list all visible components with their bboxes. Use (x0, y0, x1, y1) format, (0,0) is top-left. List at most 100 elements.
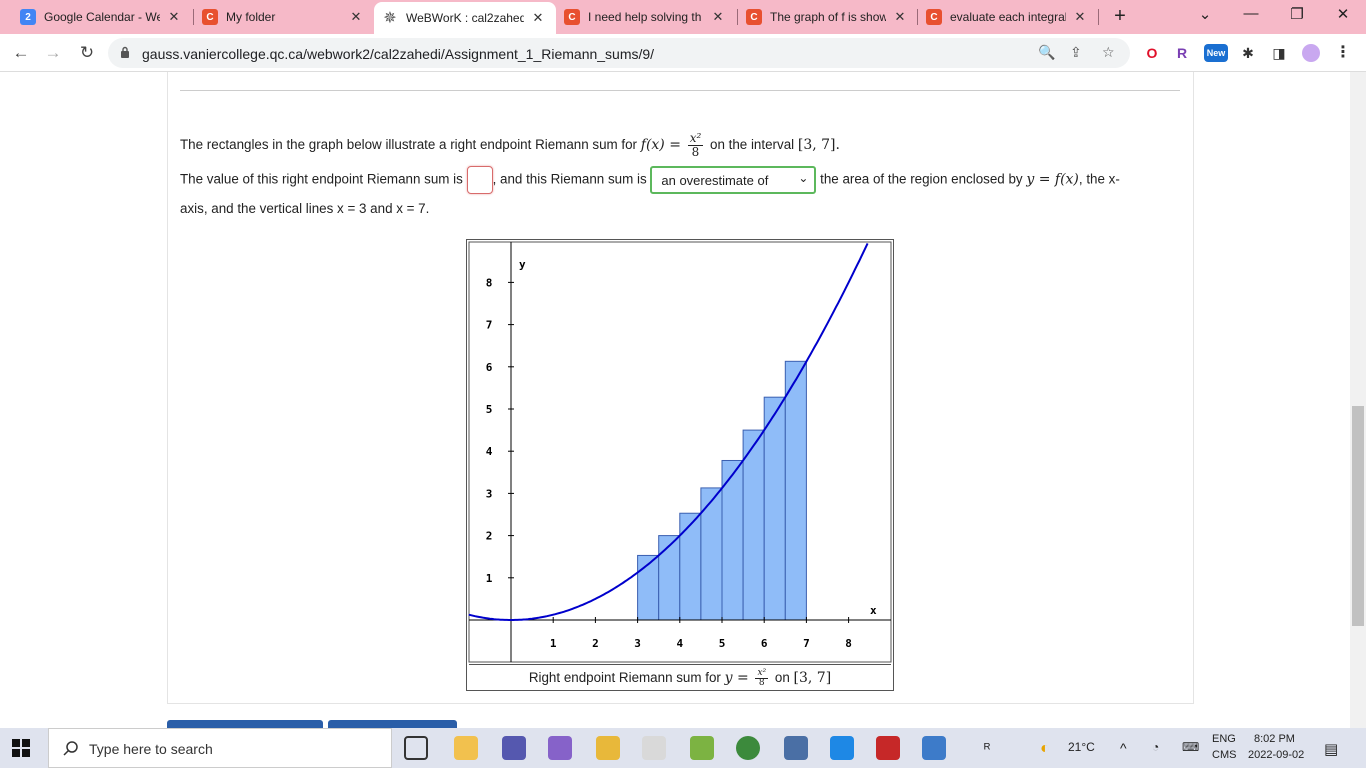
clock-date[interactable]: 2022-09-02 (1248, 749, 1304, 761)
app-icon[interactable] (784, 736, 808, 760)
minimize-icon[interactable]: — (1236, 5, 1266, 22)
tab-chegg-integral[interactable]: C evaluate each integral ✕ (918, 4, 1098, 30)
x-tick-label: 1 (550, 637, 557, 650)
lock-icon (121, 46, 129, 58)
address-bar[interactable]: gauss.vaniercollege.qc.ca/webwork2/cal2z… (108, 38, 1130, 68)
r-extension-icon[interactable]: R (1173, 44, 1191, 62)
y-tick-label: 1 (486, 572, 493, 585)
vscode-icon[interactable] (830, 736, 854, 760)
new-tab-button[interactable]: + (1108, 6, 1132, 28)
sidepanel-icon[interactable]: ◨ (1270, 44, 1288, 62)
plot-canvas: 1 2 3 4 5 6 7 8 1 2 3 4 5 6 7 8 x y (468, 241, 892, 663)
close-icon[interactable]: ✕ (892, 9, 908, 25)
menu-kebab-icon[interactable]: ⋮ (1334, 44, 1352, 62)
window-close-icon[interactable]: ✕ (1328, 5, 1358, 23)
scrollbar-thumb[interactable] (1352, 406, 1364, 626)
keyboard-icon[interactable]: ⌨ (1182, 740, 1199, 754)
problem-line-2: The value of this right endpoint Riemann… (180, 166, 1120, 194)
bookmark-star-icon[interactable]: ☆ (1102, 44, 1115, 61)
x-axis-label: x (870, 604, 877, 617)
x-tick-label: 8 (845, 637, 852, 650)
chrome-icon[interactable] (736, 736, 760, 760)
page-scrollbar[interactable] (1350, 72, 1366, 728)
riemann-rectangle (784, 360, 807, 621)
visual-studio-icon[interactable] (548, 736, 572, 760)
new-extension-icon[interactable]: New (1204, 44, 1228, 62)
y-tick-label: 5 (486, 403, 493, 416)
tab-google-calendar[interactable]: 2 Google Calendar - We ✕ (12, 4, 192, 30)
close-icon[interactable]: ✕ (348, 9, 364, 25)
input-method[interactable]: CMS (1212, 749, 1236, 761)
back-arrow-icon[interactable]: ← (10, 42, 32, 64)
function-fraction: x² 8 (687, 131, 704, 159)
y-tick-label: 4 (486, 445, 493, 458)
riemann-rectangle (700, 487, 723, 621)
riemann-sum-answer-input[interactable] (466, 166, 493, 194)
close-icon[interactable]: ✕ (1072, 9, 1088, 25)
puzzle-extensions-icon[interactable]: ✱ (1239, 44, 1257, 62)
chegg-icon: C (564, 9, 580, 25)
tab-webwork-active[interactable]: ✵ WeBWorK : cal2zahed ✕ (374, 2, 556, 34)
weather-moon-icon[interactable]: ◐ (1040, 740, 1050, 758)
notepad-icon[interactable] (690, 736, 714, 760)
y-tick-label: 6 (486, 361, 493, 374)
preview-answers-button[interactable] (328, 720, 457, 728)
reload-icon[interactable]: ↻ (76, 42, 98, 64)
submit-answers-button[interactable] (167, 720, 323, 728)
tab-chegg-graph[interactable]: C The graph of f is show ✕ (738, 4, 918, 30)
app-icon[interactable] (642, 736, 666, 760)
people-icon[interactable]: ᴿ (984, 740, 990, 756)
y-tick-label: 8 (486, 276, 493, 289)
function-definition: f(x) = (640, 137, 681, 154)
teams-icon[interactable] (502, 736, 526, 760)
opera-extension-icon[interactable]: O (1143, 44, 1161, 62)
app-icon[interactable] (876, 736, 900, 760)
riemann-rectangle (763, 396, 786, 621)
app-icon[interactable] (596, 736, 620, 760)
forward-arrow-icon[interactable]: → (42, 42, 64, 64)
search-icon (63, 741, 78, 756)
y-tick-label: 7 (486, 319, 493, 332)
problem-line-3: axis, and the vertical lines x = 3 and x… (180, 201, 430, 216)
x-tick-label: 2 (592, 637, 599, 650)
estimate-type-select[interactable]: an overestimate of ⌄ (650, 166, 817, 194)
y-tick-label: 2 (486, 530, 493, 543)
tab-my-folder[interactable]: C My folder ✕ (194, 4, 374, 30)
chegg-icon: C (746, 9, 762, 25)
close-icon[interactable]: ✕ (530, 10, 546, 26)
file-explorer-icon[interactable] (454, 736, 478, 760)
riemann-rectangle (742, 429, 765, 621)
divider (180, 90, 1180, 91)
graph-caption: Right endpoint Riemann sum for y = x² 8 o… (469, 664, 891, 688)
close-icon[interactable]: ✕ (166, 9, 182, 25)
task-view-icon[interactable] (404, 736, 428, 760)
close-icon[interactable]: ✕ (710, 9, 726, 25)
taskbar-search-box[interactable]: Type here to search (48, 728, 392, 768)
page-content: The rectangles in the graph below illust… (0, 72, 1366, 728)
riemann-rectangle (658, 535, 681, 621)
windows-start-icon[interactable] (12, 739, 30, 757)
clock-time[interactable]: 8:02 PM (1254, 733, 1295, 745)
restore-icon[interactable]: ❐ (1282, 5, 1312, 23)
tab-chegg-help[interactable]: C I need help solving th ✕ (556, 4, 736, 30)
tray-chevron-up-icon[interactable]: ^ (1120, 740, 1127, 756)
y-tick-label: 3 (486, 487, 493, 500)
x-tick-label: 7 (803, 637, 810, 650)
chegg-icon: C (926, 9, 942, 25)
url-text: gauss.vaniercollege.qc.ca/webwork2/cal2z… (142, 46, 655, 62)
browser-tab-strip: 2 Google Calendar - We ✕ C My folder ✕ ✵… (0, 0, 1366, 34)
x-tick-label: 5 (719, 637, 726, 650)
x-tick-label: 4 (676, 637, 683, 650)
language-indicator[interactable]: ENG (1212, 733, 1236, 745)
wifi-icon[interactable]: ◔ (1152, 740, 1159, 754)
x-tick-label: 6 (761, 637, 768, 650)
photos-icon[interactable] (922, 736, 946, 760)
zoom-icon[interactable]: 🔍 (1038, 44, 1055, 61)
profile-avatar[interactable] (1302, 44, 1320, 62)
share-icon[interactable]: ⇪ (1070, 44, 1082, 61)
chegg-icon: C (202, 9, 218, 25)
webwork-icon: ✵ (383, 10, 397, 27)
weather-temp[interactable]: 21°C (1068, 740, 1095, 754)
tab-search-chevron-icon[interactable]: ⌄ (1190, 5, 1220, 23)
notification-icon[interactable]: ▤ (1324, 740, 1338, 758)
